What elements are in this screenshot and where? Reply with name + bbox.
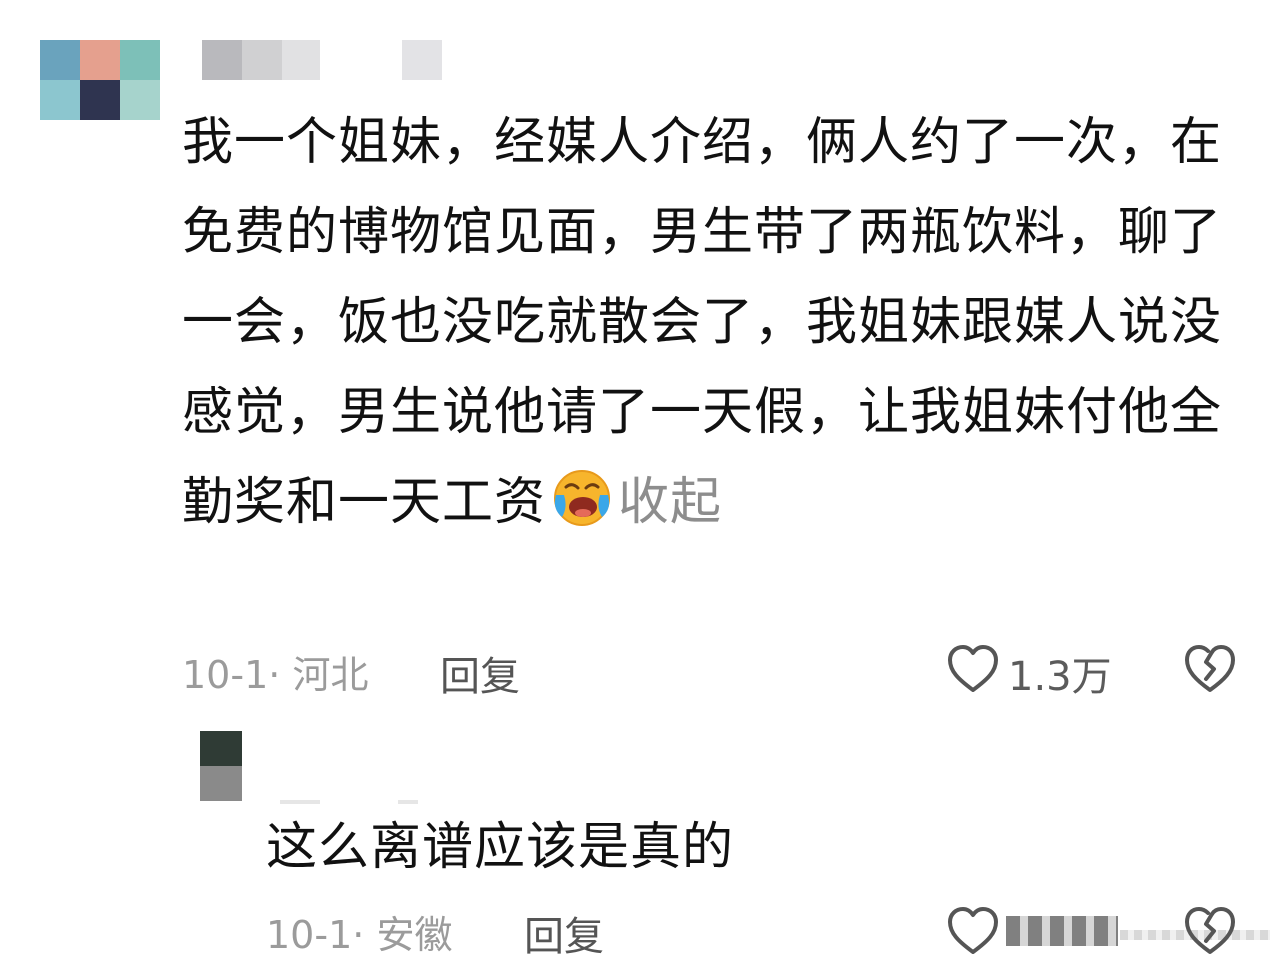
username-blur [202, 40, 242, 80]
reply-reply-button[interactable]: 回复 [524, 904, 604, 962]
avatar[interactable] [40, 40, 160, 120]
reply-meta: 10-1· 安徽 [266, 904, 452, 959]
reply-location: 安徽 [376, 913, 453, 957]
broken-heart-icon[interactable] [1184, 643, 1236, 695]
avatar-pixel [40, 80, 80, 120]
username-blur [242, 40, 282, 80]
reply-button[interactable]: 回复 [440, 644, 520, 702]
username-blur [282, 40, 320, 80]
reply-username-blur [280, 800, 320, 804]
avatar-pixel [120, 80, 160, 120]
comment-body: 我一个姐妹，经媒人介绍，俩人约了一次，在免费的博物馆见面，男生带了两瓶饮料，聊了… [182, 113, 1223, 532]
comment-date: 10-1 [182, 653, 269, 697]
heart-icon[interactable] [946, 905, 1000, 957]
avatar-pixel [80, 80, 120, 120]
avatar-pixel [40, 40, 80, 80]
reply-text: 这么离谱应该是真的 [266, 818, 735, 877]
avatar-pixel [80, 40, 120, 80]
comment-location: 河北 [292, 653, 369, 697]
avatar-pixel [200, 731, 242, 766]
heart-icon[interactable] [946, 643, 1000, 695]
reply-avatar[interactable] [200, 731, 242, 801]
collapse-link[interactable]: 收起 [618, 473, 722, 532]
like-count: 1.3万 [1008, 654, 1112, 700]
broken-heart-icon[interactable] [1184, 905, 1236, 957]
comment-text: 我一个姐妹，经媒人介绍，俩人约了一次，在免费的博物馆见面，男生带了两瓶饮料，聊了… [182, 98, 1222, 548]
avatar-pixel [120, 40, 160, 80]
avatar-pixel [200, 766, 242, 801]
comment-meta: 10-1· 河北 [182, 644, 368, 699]
meta-separator: · [352, 913, 365, 957]
reply-date: 10-1 [266, 913, 353, 957]
reply-like-count-garbled [1006, 916, 1118, 946]
face-with-tears-of-joy-icon [552, 466, 612, 526]
reply-username-blur [398, 800, 418, 804]
meta-separator: · [268, 653, 281, 697]
username-blur [402, 40, 442, 80]
